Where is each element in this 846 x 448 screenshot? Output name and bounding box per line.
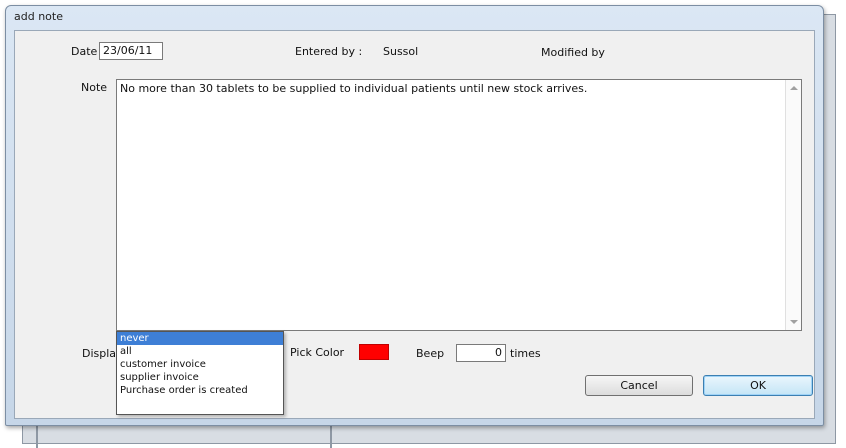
date-label: Date bbox=[71, 45, 98, 58]
entered-by-label: Entered by : bbox=[295, 45, 363, 58]
scroll-up-icon[interactable] bbox=[790, 86, 798, 90]
title-bar[interactable]: add note bbox=[6, 6, 823, 28]
background-divider bbox=[36, 426, 38, 448]
beep-count-field[interactable]: 0 bbox=[456, 344, 506, 362]
dropdown-option[interactable]: Purchase order is created bbox=[117, 384, 283, 397]
dropdown-option[interactable]: supplier invoice bbox=[117, 371, 283, 384]
times-label: times bbox=[510, 347, 541, 360]
note-label: Note bbox=[81, 81, 108, 94]
window-title: add note bbox=[14, 10, 63, 23]
display-dropdown-list: never all customer invoice supplier invo… bbox=[116, 331, 284, 415]
dropdown-option[interactable]: customer invoice bbox=[117, 358, 283, 371]
color-swatch[interactable] bbox=[359, 344, 389, 360]
modified-by-label: Modified by bbox=[541, 46, 605, 59]
ok-button[interactable]: OK bbox=[703, 375, 813, 396]
note-scrollbar[interactable] bbox=[785, 80, 801, 330]
dropdown-option[interactable]: never bbox=[117, 332, 283, 345]
note-textarea[interactable]: No more than 30 tablets to be supplied t… bbox=[116, 79, 802, 331]
note-text: No more than 30 tablets to be supplied t… bbox=[120, 82, 588, 95]
dropdown-option[interactable]: all bbox=[117, 345, 283, 358]
pick-color-label: Pick Color bbox=[290, 346, 345, 359]
background-divider bbox=[330, 426, 332, 448]
entered-by-value: Sussol bbox=[383, 45, 419, 58]
beep-label: Beep bbox=[416, 347, 445, 360]
cancel-button[interactable]: Cancel bbox=[585, 375, 693, 396]
date-field[interactable]: 23/06/11 bbox=[99, 42, 163, 60]
scroll-down-icon[interactable] bbox=[790, 320, 798, 324]
